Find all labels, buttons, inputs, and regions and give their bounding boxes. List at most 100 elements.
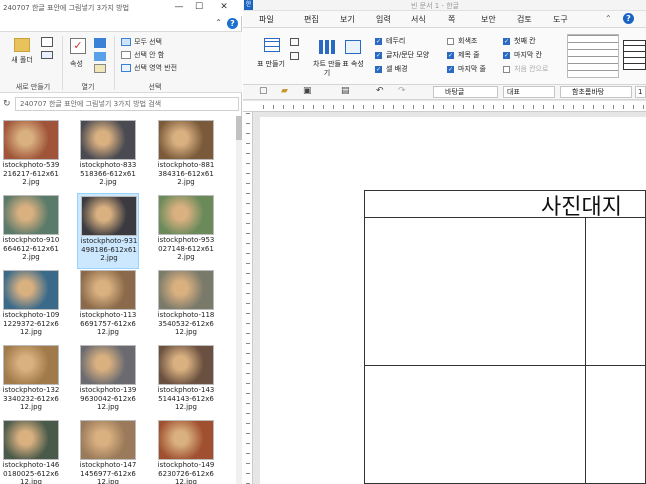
- file-item[interactable]: istockphoto-1136691757-612x612.jpg: [77, 268, 139, 344]
- language-select[interactable]: 대표: [503, 86, 555, 98]
- file-thumbnail: [158, 420, 214, 460]
- option-checkbox[interactable]: ✓: [503, 52, 510, 59]
- style-select[interactable]: 바탕글: [433, 86, 498, 98]
- option-label: 제목 줄: [458, 51, 480, 59]
- help-icon[interactable]: ?: [227, 18, 238, 29]
- select-none-button[interactable]: 선택 안 함: [134, 50, 164, 60]
- menu-insert[interactable]: 입력: [376, 14, 391, 25]
- option-checkbox[interactable]: ✓: [503, 38, 510, 45]
- option-checkbox[interactable]: ✓: [375, 52, 382, 59]
- file-name: istockphoto-1435144143-612x612.jpg: [157, 386, 215, 411]
- menu-page[interactable]: 쪽: [448, 14, 455, 25]
- file-name: istockphoto-881384316-612x612.jpg: [157, 161, 215, 186]
- new-folder-button[interactable]: 새 폴더: [10, 56, 34, 65]
- file-item[interactable]: istockphoto-1183540532-612x612.jpg: [155, 268, 217, 344]
- save-icon[interactable]: ▣: [303, 86, 312, 96]
- table-cell-icon[interactable]: [290, 52, 299, 60]
- table-properties-icon[interactable]: [345, 40, 361, 54]
- photo-cell[interactable]: [585, 217, 646, 366]
- new-item-icon[interactable]: [41, 37, 53, 47]
- menu-review[interactable]: 검토: [517, 14, 532, 25]
- file-item[interactable]: istockphoto-881384316-612x612.jpg: [155, 118, 217, 194]
- properties-icon[interactable]: ✓: [70, 38, 86, 54]
- file-name: istockphoto-1471456977-612x612.jpg: [79, 461, 137, 484]
- new-doc-icon[interactable]: ▢: [259, 86, 268, 96]
- option-checkbox[interactable]: [447, 38, 454, 45]
- maximize-icon[interactable]: ☐: [190, 0, 208, 16]
- redo-icon[interactable]: ↷: [398, 86, 406, 96]
- ribbon-collapse-icon[interactable]: ⌃: [215, 18, 222, 27]
- file-item[interactable]: istockphoto-1435144143-612x612.jpg: [155, 343, 217, 419]
- file-name: istockphoto-539216217-612x612.jpg: [2, 161, 60, 186]
- file-item[interactable]: istockphoto-539216217-612x612.jpg: [0, 118, 62, 194]
- chart-icon[interactable]: [319, 40, 335, 54]
- photo-cell[interactable]: [364, 217, 586, 366]
- print-icon[interactable]: ▤: [341, 86, 350, 96]
- file-item[interactable]: istockphoto-931498186-612x612.jpg: [77, 193, 139, 269]
- refresh-icon[interactable]: ↻: [3, 99, 11, 109]
- file-item[interactable]: istockphoto-910664612-612x612.jpg: [0, 193, 62, 269]
- option-checkbox[interactable]: ✓: [375, 66, 382, 73]
- properties-button[interactable]: 속성: [70, 59, 83, 69]
- open-icon[interactable]: ▰: [281, 86, 288, 96]
- close-icon[interactable]: ✕: [215, 0, 233, 16]
- table-create-button[interactable]: 표 만들기: [257, 60, 285, 69]
- help-icon[interactable]: ?: [623, 13, 634, 24]
- file-item[interactable]: istockphoto-1460180025-612x612.jpg: [0, 418, 62, 484]
- table-style-preview-1[interactable]: [567, 34, 619, 78]
- edit-icon[interactable]: [94, 52, 106, 61]
- option-checkbox[interactable]: ✓: [375, 38, 382, 45]
- invert-selection-button[interactable]: 선택 영역 반전: [134, 63, 177, 73]
- menu-view[interactable]: 보기: [340, 14, 355, 25]
- document-page[interactable]: 사진대지: [260, 117, 646, 484]
- table-tool-icon[interactable]: [290, 38, 299, 46]
- option-label: 글자/문단 모양: [386, 51, 430, 59]
- table-style-options: ✓ 테두리 ✓ 글자/문단 모양 ✓ 셀 배경 회색조 ✓ 제목 줄 ✓ 마지막 줄 ✓ 첫째 칸 ✓ 마지…: [375, 36, 575, 80]
- minimize-icon[interactable]: —: [170, 0, 188, 16]
- history-icon[interactable]: [94, 64, 106, 73]
- file-item[interactable]: istockphoto-1091229372-612x612.jpg: [0, 268, 62, 344]
- file-thumbnail: [3, 270, 59, 310]
- open-icon[interactable]: [94, 38, 106, 48]
- group-label-open: 열기: [81, 83, 95, 91]
- hwp-logo-icon: 한: [244, 0, 253, 10]
- scrollbar[interactable]: [236, 116, 242, 484]
- hwp-title: 빈 문서 1 - 한글: [411, 2, 460, 10]
- undo-icon[interactable]: ↶: [376, 86, 384, 96]
- chart-create-button[interactable]: 차트 만들기: [313, 60, 341, 78]
- table-style-preview-2[interactable]: [623, 40, 646, 70]
- font-size-select[interactable]: 1: [635, 86, 646, 98]
- font-select[interactable]: 함초롬바탕: [560, 86, 632, 98]
- option-label: 처음 칸으로: [514, 65, 549, 73]
- option-checkbox[interactable]: [503, 66, 510, 73]
- menu-security[interactable]: 보안: [481, 14, 496, 25]
- ribbon-collapse-icon[interactable]: ⌃: [605, 14, 612, 23]
- photo-cell[interactable]: [364, 365, 586, 484]
- menu-file[interactable]: 파일: [259, 14, 274, 25]
- easy-access-icon[interactable]: [41, 51, 53, 59]
- hwp-ribbon: 표 만들기 차트 만들기 표 속성 ✓ 테두리 ✓ 글자/문단 모양 ✓ 셀 배경 회색조 ✓…: [243, 28, 646, 85]
- option-checkbox[interactable]: ✓: [447, 52, 454, 59]
- file-name: istockphoto-1323340232-612x612.jpg: [2, 386, 60, 411]
- menu-tools[interactable]: 도구: [553, 14, 568, 25]
- photo-cell[interactable]: [585, 365, 646, 484]
- select-all-button[interactable]: 모두 선택: [134, 37, 162, 47]
- file-item[interactable]: istockphoto-833518366-612x612.jpg: [77, 118, 139, 194]
- group-label-select: 선택: [148, 83, 162, 91]
- file-item[interactable]: istockphoto-1496230726-612x612.jpg: [155, 418, 217, 484]
- hwp-window: 한 빈 문서 1 - 한글 파일 편집 보기 입력 서식 쪽 보안 검토 도구 …: [243, 0, 646, 484]
- option-checkbox[interactable]: ✓: [447, 66, 454, 73]
- table-properties-button[interactable]: 표 속성: [341, 60, 365, 69]
- search-bar: ↻ 240707 한글 표안에 그림넣기 3가지 방법 검색: [0, 95, 242, 113]
- search-input[interactable]: 240707 한글 표안에 그림넣기 3가지 방법 검색: [15, 97, 239, 111]
- scrollbar-thumb[interactable]: [236, 116, 242, 140]
- table-icon[interactable]: [264, 38, 280, 52]
- file-item[interactable]: istockphoto-1323340232-612x612.jpg: [0, 343, 62, 419]
- menu-edit[interactable]: 편집: [304, 14, 319, 25]
- title-cell[interactable]: 사진대지: [364, 190, 646, 220]
- menu-format[interactable]: 서식: [411, 14, 426, 25]
- file-item[interactable]: istockphoto-1399630042-612x612.jpg: [77, 343, 139, 419]
- file-item[interactable]: istockphoto-1471456977-612x612.jpg: [77, 418, 139, 484]
- file-thumbnail: [80, 345, 136, 385]
- file-item[interactable]: istockphoto-953027148-612x612.jpg: [155, 193, 217, 269]
